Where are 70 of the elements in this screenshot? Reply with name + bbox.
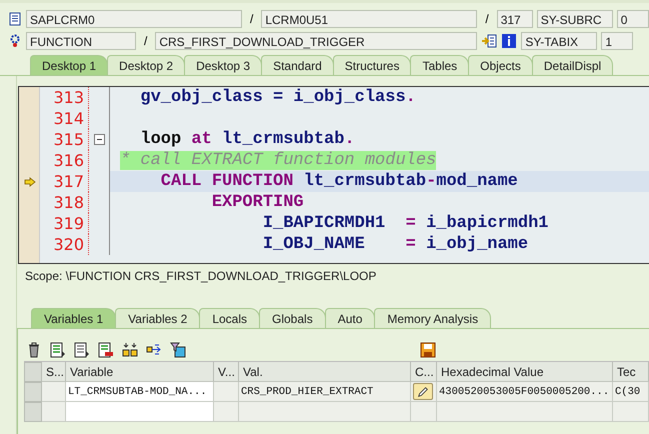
separator-text: /	[249, 12, 254, 26]
tab[interactable]: Auto	[324, 308, 376, 328]
scope-text: Scope: \FUNCTION CRS_FIRST_DOWNLOAD_TRIGGER\LOOP	[24, 268, 378, 285]
boxes-icon[interactable]	[122, 342, 138, 358]
line-number: 314	[53, 108, 84, 129]
tab[interactable]: Tables	[410, 55, 470, 75]
tab[interactable]: Structures	[332, 55, 412, 75]
pencil-icon	[417, 386, 429, 398]
column-header[interactable]: S...	[42, 362, 66, 382]
tab[interactable]: Memory Analysis	[374, 308, 492, 328]
display-field[interactable]: SAPLCRM0	[26, 10, 242, 28]
filter-icon[interactable]	[170, 342, 186, 358]
trash-icon[interactable]	[26, 342, 42, 358]
line-number: 315	[53, 129, 84, 150]
list-icon[interactable]	[50, 342, 66, 358]
tab[interactable]: Variables 2	[115, 308, 200, 328]
display-field[interactable]: 1	[601, 32, 634, 50]
column-header[interactable]: Tec	[613, 362, 649, 382]
table-cell	[214, 382, 239, 402]
code-line: gv_obj_class = i_obj_class.	[139, 87, 416, 108]
table-cell	[214, 402, 239, 422]
code-line: I_BAPICRMDH1 = i_bapicrmdh1	[262, 213, 548, 234]
list-icon[interactable]	[74, 342, 90, 358]
display-field[interactable]: 0	[616, 10, 649, 28]
code-line: CALL FUNCTION lt_crmsubtab-mod_name	[160, 171, 518, 192]
line-number: 319	[53, 213, 84, 234]
code-line: EXPORTING	[210, 192, 304, 213]
code-line: I_OBJ_NAME = i_obj_name	[262, 234, 528, 255]
line-number: 317	[53, 171, 84, 192]
list-delete-icon[interactable]	[98, 342, 114, 358]
document-icon	[8, 12, 22, 26]
tab[interactable]: Variables 1	[31, 308, 116, 328]
table-cell	[42, 402, 66, 422]
column-header[interactable]: Hexadecimal Value	[437, 362, 613, 382]
edit-button[interactable]	[413, 383, 433, 400]
save-icon[interactable]	[420, 342, 436, 358]
tab[interactable]: Objects	[468, 55, 533, 75]
tab[interactable]: Desktop 1	[30, 55, 108, 75]
display-field[interactable]: LCRM0U51	[261, 10, 478, 28]
collapse-icon[interactable]	[94, 134, 104, 145]
code-line: loop at lt_crmsubtab.	[139, 129, 355, 150]
line-number: 318	[53, 192, 84, 213]
separator-text: /	[484, 12, 490, 26]
column-header[interactable]: V...	[214, 362, 239, 382]
line-number: 320	[53, 234, 84, 255]
tab[interactable]: Desktop 2	[107, 55, 186, 75]
source-code-icon[interactable]	[481, 33, 498, 49]
table-cell: C(30	[613, 382, 649, 402]
line-number: 316	[53, 150, 84, 171]
table-cell: CRS_PROD_HIER_EXTRACT	[239, 382, 411, 402]
display-field[interactable]: SY-SUBRC	[536, 10, 613, 28]
display-field[interactable]: 317	[496, 10, 533, 28]
separator-text: /	[143, 34, 148, 48]
column-header[interactable]: Variable	[66, 362, 214, 382]
table-cell: 4300520053005F0050005200...	[437, 382, 613, 402]
table-cell: LT_CRMSUBTAB-MOD_NA...	[66, 382, 214, 402]
table-cell	[42, 382, 66, 402]
tab[interactable]: Standard	[261, 55, 334, 75]
line-number: 313	[53, 87, 84, 108]
display-field[interactable]: CRS_FIRST_DOWNLOAD_TRIGGER	[155, 32, 478, 50]
tab[interactable]: Desktop 3	[184, 55, 262, 75]
gear-icon	[8, 34, 22, 48]
tab[interactable]: Globals	[259, 308, 326, 328]
info-icon[interactable]	[501, 33, 518, 49]
display-field[interactable]: FUNCTION	[26, 32, 136, 50]
display-field[interactable]: SY-TABIX	[521, 32, 598, 50]
column-header[interactable]: Val.	[239, 362, 411, 382]
tab[interactable]: Locals	[199, 308, 260, 328]
tab[interactable]: DetailDispl	[532, 55, 614, 75]
column-header[interactable]: C...	[411, 362, 437, 382]
